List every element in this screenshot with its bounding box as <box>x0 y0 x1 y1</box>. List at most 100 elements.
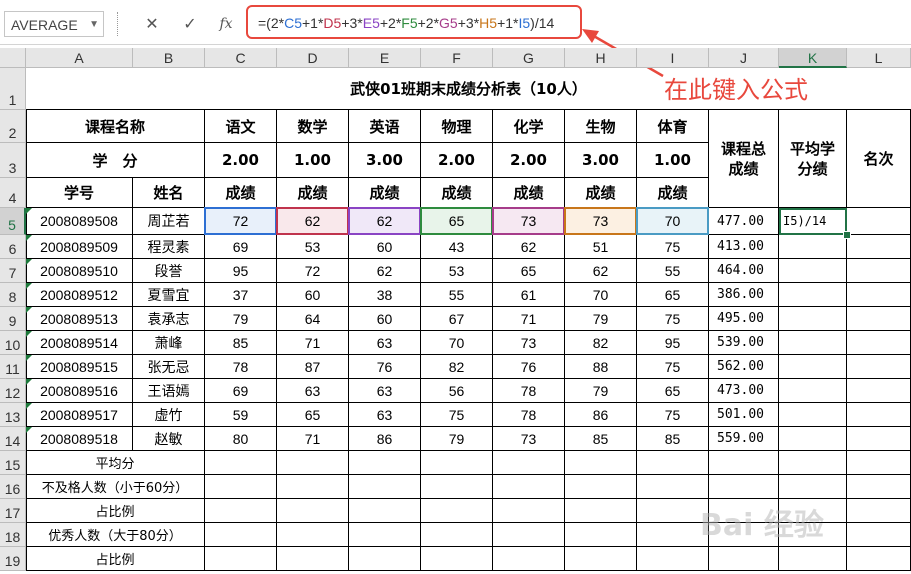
score-cell[interactable]: 75 <box>637 403 709 427</box>
summary-cell[interactable] <box>847 451 911 475</box>
summary-cell[interactable] <box>277 451 349 475</box>
column-header-k[interactable]: K <box>779 48 847 68</box>
score-cell[interactable]: 62 <box>349 259 421 283</box>
score-cell[interactable]: 71 <box>493 307 565 331</box>
column-header-i[interactable]: I <box>637 48 709 68</box>
summary-cell[interactable] <box>421 451 493 475</box>
score-cell[interactable]: 56 <box>421 379 493 403</box>
credit-value[interactable]: 2.00 <box>205 143 277 178</box>
score-cell[interactable]: 85 <box>565 427 637 451</box>
score-cell[interactable]: 63 <box>349 331 421 355</box>
rank-header[interactable]: 名次 <box>847 110 911 208</box>
summary-cell[interactable] <box>421 475 493 499</box>
score-cell[interactable]: 65 <box>493 259 565 283</box>
total-cell[interactable]: 495.00 <box>709 307 779 331</box>
summary-cell[interactable] <box>709 475 779 499</box>
summary-cell[interactable] <box>421 547 493 571</box>
score-cell[interactable]: 67 <box>421 307 493 331</box>
total-cell[interactable]: 539.00 <box>709 331 779 355</box>
row-header-3[interactable]: 3 <box>0 143 26 178</box>
score-cell[interactable]: 38 <box>349 283 421 307</box>
score-header[interactable]: 成绩 <box>637 178 709 208</box>
name-box[interactable]: AVERAGE ▼ <box>4 11 104 37</box>
summary-label[interactable]: 占比例 <box>26 499 205 523</box>
summary-label[interactable]: 占比例 <box>26 547 205 571</box>
row-header-16[interactable]: 16 <box>0 475 26 499</box>
score-cell[interactable]: 80 <box>205 427 277 451</box>
rank-cell[interactable] <box>847 208 911 235</box>
formula-text[interactable]: =(2*C5+1*D5+3*E5+2*F5+2*G5+3*H5+1*I5)/14 <box>258 15 554 34</box>
summary-cell[interactable] <box>349 475 421 499</box>
score-cell[interactable]: 64 <box>277 307 349 331</box>
active-cell-editor[interactable]: I5)/14 <box>779 208 847 235</box>
summary-cell[interactable] <box>847 499 911 523</box>
student-name-cell[interactable]: 赵敏 <box>133 427 205 451</box>
total-cell[interactable]: 501.00 <box>709 403 779 427</box>
total-score-header[interactable]: 课程总成绩 <box>709 110 779 208</box>
fx-icon[interactable]: fx <box>214 12 238 36</box>
column-header-l[interactable]: L <box>847 48 911 68</box>
row-header-9[interactable]: 9 <box>0 307 26 331</box>
score-cell[interactable]: 75 <box>421 403 493 427</box>
score-cell[interactable]: 72 <box>277 259 349 283</box>
score-header[interactable]: 成绩 <box>349 178 421 208</box>
summary-cell[interactable] <box>637 523 709 547</box>
score-cell[interactable]: 75 <box>637 235 709 259</box>
summary-cell[interactable] <box>637 475 709 499</box>
row-header-17[interactable]: 17 <box>0 499 26 523</box>
row-header-19[interactable]: 19 <box>0 547 26 571</box>
score-cell[interactable]: 79 <box>565 307 637 331</box>
column-header-e[interactable]: E <box>349 48 421 68</box>
summary-cell[interactable] <box>349 523 421 547</box>
summary-cell[interactable] <box>349 499 421 523</box>
score-cell[interactable]: 60 <box>277 283 349 307</box>
score-cell[interactable]: 65 <box>637 283 709 307</box>
row-header-15[interactable]: 15 <box>0 451 26 475</box>
column-header-c[interactable]: C <box>205 48 277 68</box>
row-header-18[interactable]: 18 <box>0 523 26 547</box>
score-cell[interactable]: 76 <box>349 355 421 379</box>
score-cell[interactable]: 65 <box>637 379 709 403</box>
summary-cell[interactable] <box>565 475 637 499</box>
score-cell[interactable]: 63 <box>349 379 421 403</box>
summary-cell[interactable] <box>205 523 277 547</box>
student-name-cell[interactable]: 王语嫣 <box>133 379 205 403</box>
score-cell[interactable]: 60 <box>349 307 421 331</box>
summary-cell[interactable] <box>637 451 709 475</box>
total-cell[interactable]: 386.00 <box>709 283 779 307</box>
avg-credit-header[interactable]: 平均学分绩 <box>779 110 847 208</box>
row-header-8[interactable]: 8 <box>0 283 26 307</box>
score-cell[interactable]: 61 <box>493 283 565 307</box>
row-header-4[interactable]: 4 <box>0 178 26 208</box>
column-header-j[interactable]: J <box>709 48 779 68</box>
score-cell[interactable]: 73 <box>493 331 565 355</box>
row-header-10[interactable]: 10 <box>0 331 26 355</box>
student-id-cell[interactable]: 2008089509 <box>26 235 133 259</box>
score-cell[interactable]: 82 <box>421 355 493 379</box>
total-cell[interactable]: 473.00 <box>709 379 779 403</box>
student-id-cell[interactable]: 2008089508 <box>26 208 133 235</box>
score-cell[interactable]: 43 <box>421 235 493 259</box>
score-cell[interactable]: 76 <box>493 355 565 379</box>
score-cell[interactable]: 62 <box>276 207 349 235</box>
student-name-cell[interactable]: 袁承志 <box>133 307 205 331</box>
student-id-cell[interactable]: 2008089518 <box>26 427 133 451</box>
summary-cell[interactable] <box>847 523 911 547</box>
score-cell[interactable]: 62 <box>348 207 421 235</box>
student-id-cell[interactable]: 2008089512 <box>26 283 133 307</box>
summary-cell[interactable] <box>277 523 349 547</box>
avg-cell[interactable] <box>779 283 847 307</box>
avg-cell[interactable] <box>779 355 847 379</box>
summary-cell[interactable] <box>277 547 349 571</box>
avg-cell[interactable] <box>779 427 847 451</box>
summary-cell[interactable] <box>493 523 565 547</box>
student-name-cell[interactable]: 张无忌 <box>133 355 205 379</box>
student-name-cell[interactable]: 萧峰 <box>133 331 205 355</box>
score-cell[interactable]: 72 <box>204 207 277 235</box>
student-name-cell[interactable]: 周芷若 <box>133 208 205 235</box>
score-cell[interactable]: 75 <box>637 307 709 331</box>
credit-value[interactable]: 1.00 <box>277 143 349 178</box>
subject-header[interactable]: 生物 <box>565 110 637 143</box>
subject-header[interactable]: 数学 <box>277 110 349 143</box>
row-header-14[interactable]: 14 <box>0 427 26 451</box>
